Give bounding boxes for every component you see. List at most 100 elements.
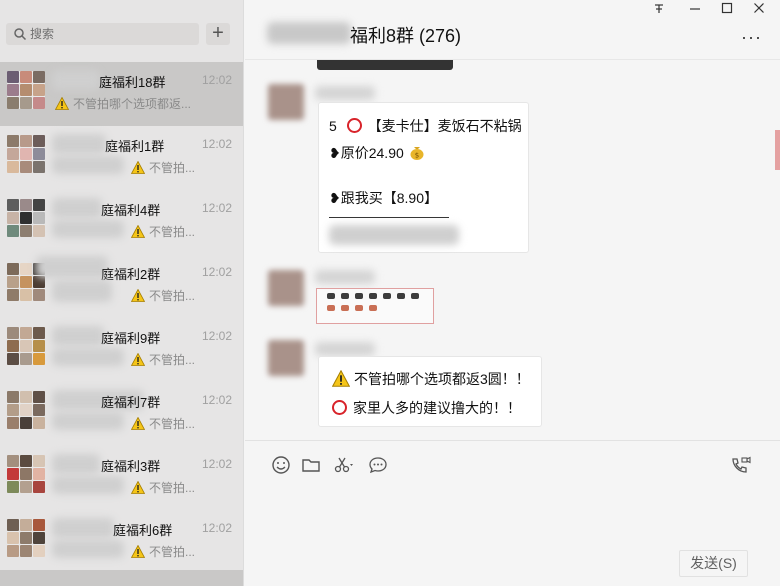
chat-preview: 不管拍... (131, 159, 231, 176)
maximize-icon[interactable] (717, 2, 737, 17)
close-icon[interactable] (749, 2, 769, 17)
chat-name: 庭福利4群 (101, 203, 161, 218)
red-circle-icon (332, 400, 347, 415)
blurred-sender-name (315, 86, 375, 100)
chat-item[interactable]: 庭福利6群 12:02 不管拍... (0, 510, 243, 574)
chat-preview-text: 不管拍... (149, 225, 196, 239)
group-avatar (7, 455, 45, 493)
blurred-title-prefix (267, 22, 351, 44)
message-line: 5 【麦卡仕】麦饭石不粘锅 (329, 116, 522, 136)
chat-preview: 不管拍... (131, 543, 231, 560)
scissors-icon[interactable] (332, 454, 354, 476)
chat-preview: 不管拍... (131, 287, 231, 304)
chat-history-icon[interactable] (367, 454, 389, 476)
warning-icon (131, 481, 145, 494)
chat-item[interactable]: 庭福利18群 12:02 不管拍哪个选项都返... (0, 62, 243, 126)
chat-preview-text: 不管拍... (149, 545, 196, 559)
warning-icon (332, 370, 350, 387)
chat-preview: 不管拍... (131, 351, 231, 368)
chat-sidebar: + 庭福利18群 12:02 不管拍哪个选项都返... 庭福利1群 1 (0, 0, 244, 586)
warning-icon (55, 97, 69, 110)
blurred-sender (52, 280, 112, 302)
input-divider (245, 440, 780, 441)
product-image-message[interactable] (316, 288, 434, 324)
chat-preview: 不管拍哪个选项都返... (55, 95, 235, 112)
sender-avatar[interactable] (268, 270, 304, 306)
chat-item[interactable]: 庭福利2群 12:02 不管拍... (0, 254, 243, 318)
message-text: 不管拍哪个选项都返3圆！！ (354, 371, 530, 387)
chat-list: 庭福利18群 12:02 不管拍哪个选项都返... 庭福利1群 12:02 不管… (0, 62, 243, 574)
pin-icon[interactable] (649, 2, 669, 17)
warning-icon (131, 417, 145, 430)
product-name: 【麦卡仕】麦饭石不粘锅 (367, 118, 522, 134)
message-text: 家里人多的建议撸大的！！ (353, 400, 521, 416)
warning-icon (131, 545, 145, 558)
more-options-button[interactable]: ··· (741, 27, 762, 48)
sender-avatar[interactable] (268, 340, 304, 376)
warning-icon (131, 353, 145, 366)
chat-item[interactable]: 庭福利3群 12:02 不管拍... (0, 446, 243, 510)
blurred-name (52, 70, 100, 90)
chat-preview-text: 不管拍... (149, 481, 196, 495)
blurred-sender (52, 540, 124, 558)
blurred-sender (52, 220, 124, 238)
blurred-sender (52, 156, 124, 174)
image-message-bottom[interactable] (317, 60, 453, 70)
chat-preview-text: 不管拍... (149, 289, 196, 303)
chat-preview-text: 不管拍... (149, 353, 196, 367)
blurred-name (52, 454, 100, 474)
search-input[interactable] (30, 23, 190, 45)
chat-name: 庭福利2群 (101, 267, 161, 282)
blurred-sender-name (315, 342, 375, 356)
chat-time: 12:02 (201, 329, 232, 343)
message-list: 5 【麦卡仕】麦饭石不粘锅 ❥原价24.90 $ ❥跟我买【8.90】 不管拍哪… (245, 60, 780, 440)
blurred-sender-name (315, 270, 375, 284)
chat-title: 福利8群 (276) (350, 26, 462, 46)
minimize-icon[interactable] (685, 2, 705, 17)
blurred-name (52, 198, 102, 218)
search-box[interactable] (6, 23, 199, 45)
original-price: ❥原价24.90 (329, 145, 404, 161)
message-line: 家里人多的建议撸大的！！ (332, 398, 521, 418)
message-line: ❥跟我买【8.90】 (329, 190, 438, 206)
chat-item-partial[interactable] (0, 570, 243, 586)
group-avatar (7, 199, 45, 237)
blurred-name (36, 256, 108, 278)
message-input[interactable] (265, 484, 760, 544)
input-toolbar (245, 452, 780, 478)
group-avatar (7, 327, 45, 365)
item-number: 5 (329, 118, 337, 134)
chat-preview-text: 不管拍... (149, 417, 196, 431)
add-chat-button[interactable]: + (206, 23, 230, 45)
emoji-icon[interactable] (270, 454, 292, 476)
message-line: 不管拍哪个选项都返3圆！！ (332, 369, 530, 389)
group-avatar (7, 391, 45, 429)
sender-avatar[interactable] (268, 84, 304, 120)
product-message[interactable]: 5 【麦卡仕】麦饭石不粘锅 ❥原价24.90 $ ❥跟我买【8.90】 (318, 102, 529, 253)
warning-icon (131, 161, 145, 174)
group-avatar (7, 135, 45, 173)
chat-header: 福利8群 (276) ··· (245, 0, 780, 60)
folder-icon[interactable] (300, 454, 322, 476)
blurred-name (52, 326, 104, 346)
chat-name: 庭福利18群 (99, 75, 166, 90)
video-call-icon[interactable] (729, 454, 751, 476)
blurred-sender (52, 348, 124, 366)
chat-time: 12:02 (201, 265, 232, 279)
blurred-sender (52, 476, 124, 494)
scrollbar-accent (775, 130, 780, 170)
search-row: + (0, 0, 243, 62)
chat-item[interactable]: 庭福利9群 12:02 不管拍... (0, 318, 243, 382)
send-button[interactable]: 发送(S) (679, 550, 748, 577)
chat-time: 12:02 (201, 457, 232, 471)
chat-name: 庭福利1群 (105, 139, 165, 154)
chat-item[interactable]: 庭福利1群 12:02 不管拍... (0, 126, 243, 190)
blurred-name (52, 134, 106, 154)
text-message[interactable]: 不管拍哪个选项都返3圆！！ 家里人多的建议撸大的！！ (318, 356, 542, 427)
chat-item[interactable]: 庭福利4群 12:02 不管拍... (0, 190, 243, 254)
chat-time: 12:02 (201, 521, 232, 535)
chat-item[interactable]: 庭福利7群 12:02 不管拍... (0, 382, 243, 446)
money-bag-icon: $ (410, 147, 424, 160)
chat-time: 12:02 (201, 73, 232, 87)
divider (329, 217, 449, 218)
